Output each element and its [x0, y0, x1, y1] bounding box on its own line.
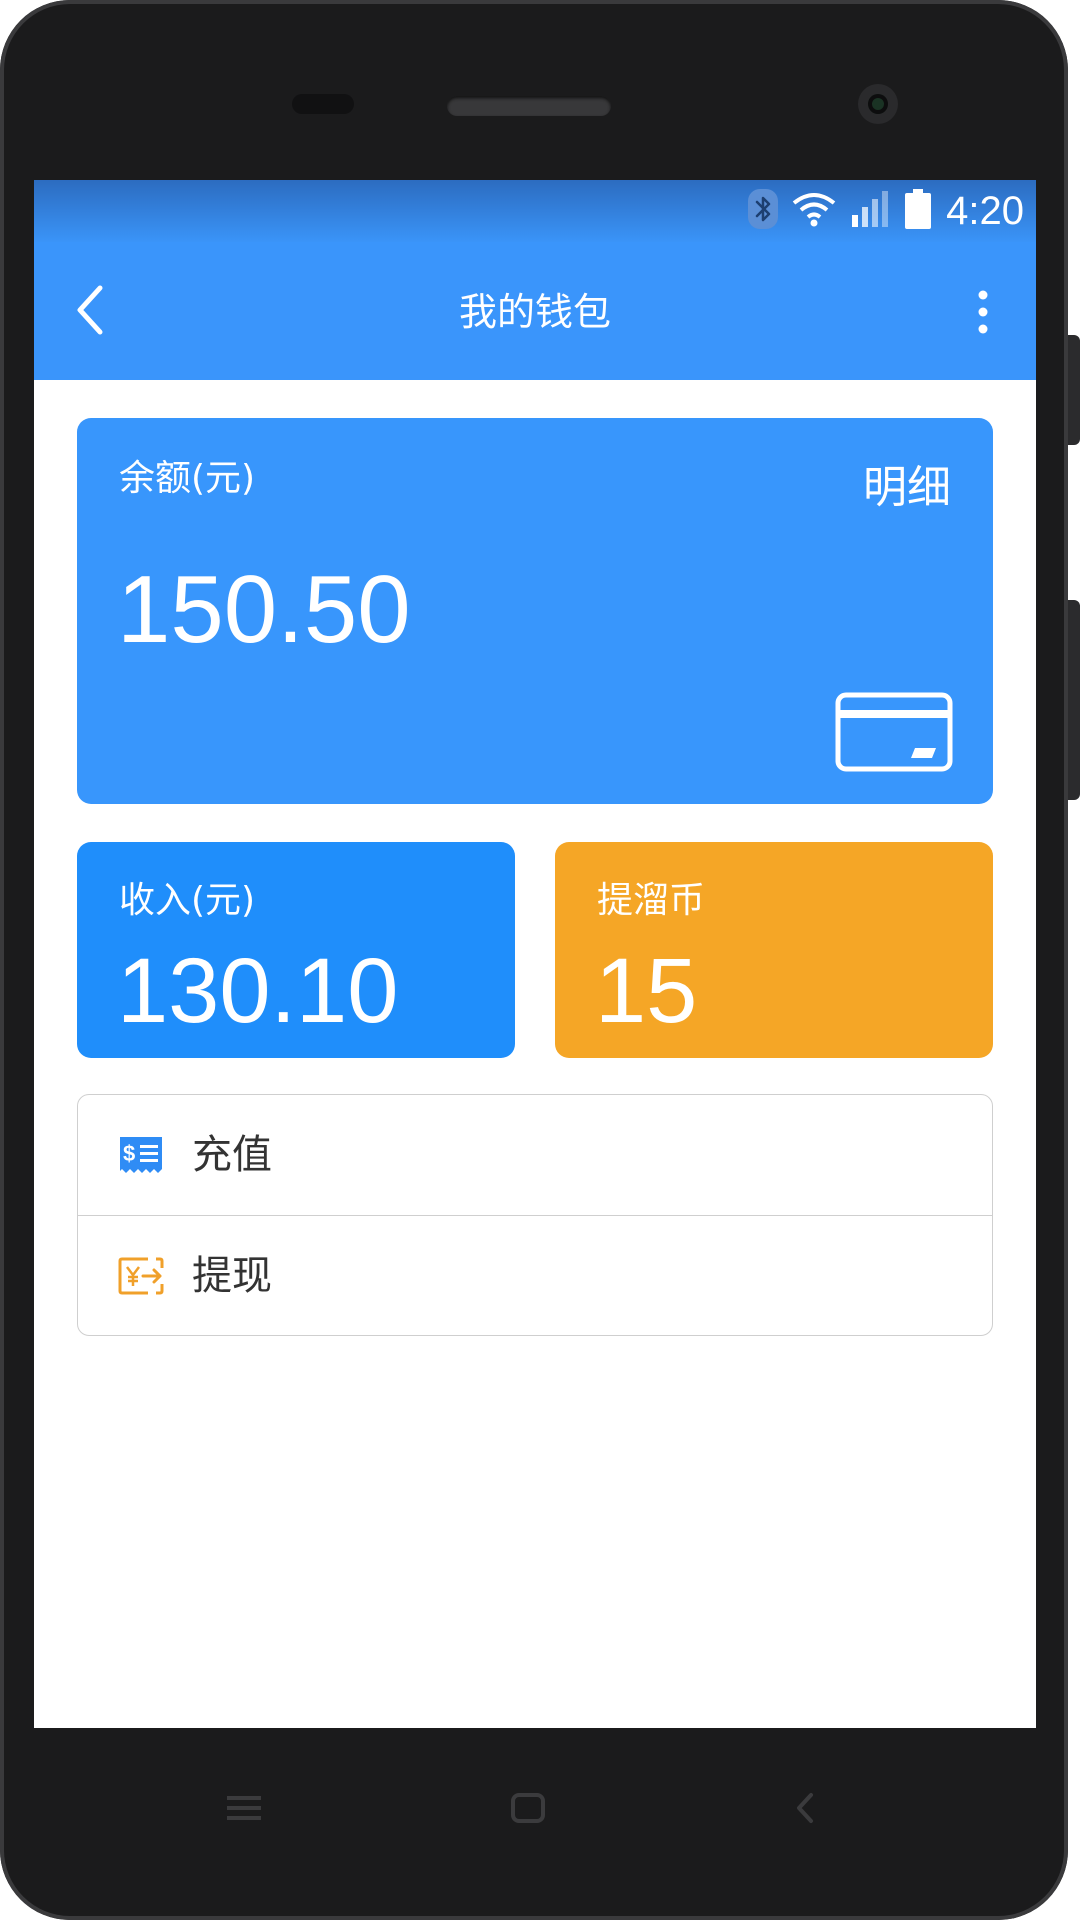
action-list: $ 充值 提现 [77, 1094, 993, 1336]
screen: 4:20 我的钱包 余额(元) 明细 150.50 收入(元) 130.10 提… [34, 180, 1036, 1728]
volume-button [1068, 335, 1080, 445]
bank-card-icon [835, 692, 953, 772]
battery-icon [904, 189, 932, 233]
earpiece-speaker [447, 96, 611, 116]
income-value: 130.10 [117, 940, 399, 1042]
coins-value: 15 [595, 940, 698, 1042]
home-icon [511, 1793, 545, 1823]
recharge-item[interactable]: $ 充值 [78, 1095, 992, 1216]
page-title: 我的钱包 [458, 290, 611, 334]
balance-value: 150.50 [117, 556, 411, 663]
proximity-sensor [292, 94, 354, 114]
back-key[interactable] [775, 1785, 835, 1831]
front-camera [858, 84, 898, 124]
back-icon [797, 1793, 813, 1823]
recharge-label: 充值 [192, 1132, 272, 1178]
income-card: 收入(元) 130.10 [77, 842, 515, 1058]
wifi-icon [792, 191, 836, 231]
balance-label: 余额(元) [119, 458, 256, 499]
income-label: 收入(元) [119, 880, 256, 921]
more-vertical-icon [978, 290, 988, 334]
status-bar: 4:20 [34, 180, 1036, 242]
detail-link[interactable]: 明细 [863, 458, 951, 518]
recharge-receipt-icon: $ [120, 1137, 162, 1173]
menu-key[interactable] [214, 1785, 274, 1831]
status-time: 4:20 [946, 188, 1024, 233]
withdraw-item[interactable]: 提现 [78, 1216, 992, 1335]
device-frame: 4:20 我的钱包 余额(元) 明细 150.50 收入(元) 130.10 提… [0, 0, 1080, 1920]
balance-card: 余额(元) 明细 150.50 [77, 418, 993, 804]
power-button [1068, 600, 1080, 800]
bluetooth-icon [748, 189, 779, 233]
status-icons: 4:20 [748, 180, 1024, 242]
withdraw-yuan-icon [118, 1257, 164, 1295]
coins-label: 提溜币 [597, 880, 706, 921]
home-key[interactable] [498, 1785, 558, 1831]
svg-text:$: $ [123, 1141, 135, 1166]
coins-card: 提溜币 15 [555, 842, 993, 1058]
menu-icon [227, 1796, 261, 1820]
app-bar: 我的钱包 [34, 242, 1036, 380]
withdraw-label: 提现 [192, 1253, 272, 1299]
signal-icon [850, 191, 890, 231]
more-options-button[interactable] [970, 282, 996, 342]
